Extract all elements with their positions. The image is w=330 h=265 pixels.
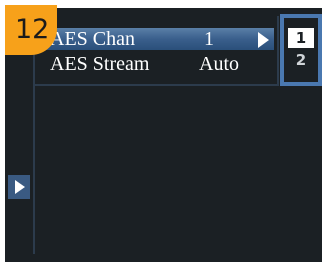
menu-divider-vertical [277,16,279,86]
submenu-option-1[interactable]: 1 [288,28,314,48]
callout-badge: 12 [5,5,57,55]
menu-item-value: 1 [204,28,214,50]
menu-item-value: Auto [199,53,239,75]
menu-divider [33,84,279,86]
menu-item-aes-chan[interactable]: AES Chan 1 [36,28,274,50]
scroll-right-icon [15,180,25,194]
submenu-option-2[interactable]: 2 [288,50,314,70]
menu-item-label: AES Chan [50,28,135,50]
side-scroll-button[interactable] [8,175,30,199]
callout-number: 12 [15,14,50,45]
menu-item-label: AES Stream [50,53,150,75]
menu-panel [33,16,277,254]
menu-item-aes-stream[interactable]: AES Stream Auto [36,53,274,75]
channel-submenu: 1 2 [280,14,322,86]
chevron-right-icon[interactable] [258,32,269,48]
